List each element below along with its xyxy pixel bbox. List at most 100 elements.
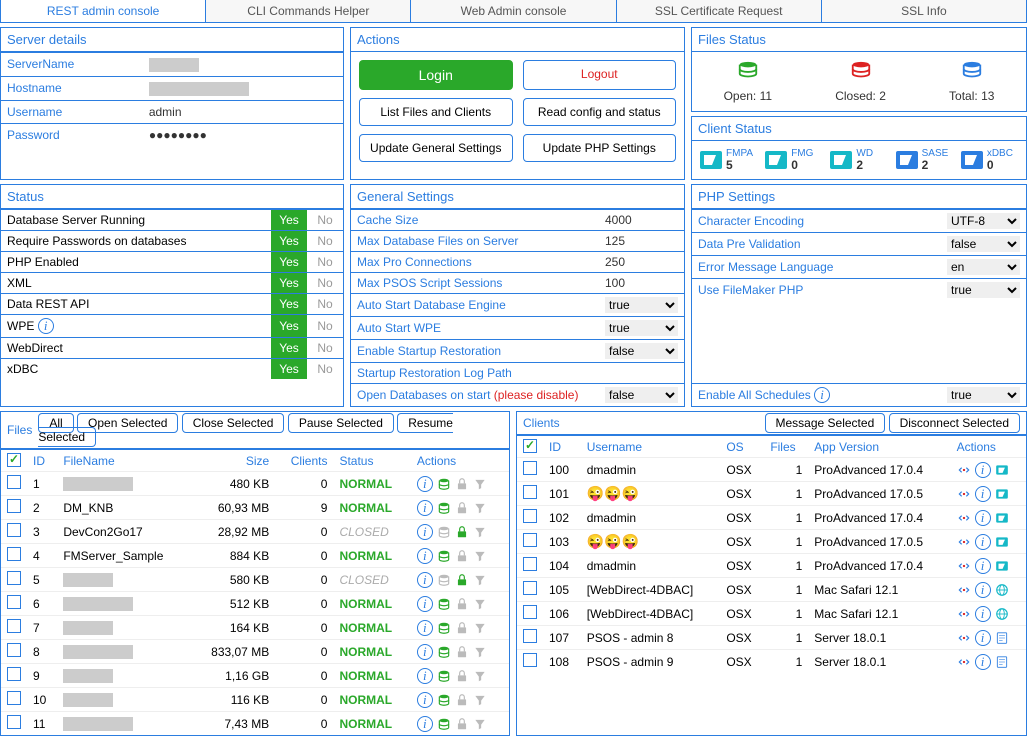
row-checkbox[interactable] bbox=[523, 653, 537, 667]
database-icon[interactable] bbox=[437, 669, 451, 683]
lock-icon[interactable] bbox=[455, 525, 469, 539]
lock-icon[interactable] bbox=[455, 549, 469, 563]
database-icon[interactable] bbox=[437, 693, 451, 707]
setting-select[interactable]: false bbox=[947, 236, 1020, 252]
status-yes[interactable]: Yes bbox=[271, 252, 307, 273]
info-icon[interactable]: i bbox=[417, 500, 433, 516]
info-icon[interactable]: i bbox=[975, 486, 991, 502]
setting-select[interactable]: false bbox=[605, 343, 678, 359]
database-icon[interactable] bbox=[437, 501, 451, 515]
filter-icon[interactable] bbox=[473, 621, 487, 635]
info-icon[interactable]: i bbox=[417, 524, 433, 540]
disconnect-icon[interactable] bbox=[957, 463, 971, 477]
info-icon[interactable]: i bbox=[417, 620, 433, 636]
row-checkbox[interactable] bbox=[523, 533, 537, 547]
info-icon[interactable]: i bbox=[417, 692, 433, 708]
info-icon[interactable]: i bbox=[417, 668, 433, 684]
row-checkbox[interactable] bbox=[523, 629, 537, 643]
filter-icon[interactable] bbox=[473, 501, 487, 515]
script-icon[interactable] bbox=[995, 631, 1009, 645]
tab-0[interactable]: REST admin console bbox=[1, 0, 206, 22]
setting-select[interactable]: true bbox=[605, 320, 678, 336]
row-checkbox[interactable] bbox=[523, 581, 537, 595]
setting-value[interactable]: 100 bbox=[605, 276, 625, 290]
info-icon[interactable]: i bbox=[417, 596, 433, 612]
status-yes[interactable]: Yes bbox=[271, 231, 307, 252]
filter-icon[interactable] bbox=[473, 693, 487, 707]
clients-action-button[interactable]: Disconnect Selected bbox=[889, 413, 1020, 433]
lock-icon[interactable] bbox=[455, 477, 469, 491]
status-yes[interactable]: Yes bbox=[271, 294, 307, 315]
disconnect-icon[interactable] bbox=[957, 583, 971, 597]
row-checkbox[interactable] bbox=[7, 715, 21, 729]
app-icon[interactable] bbox=[995, 559, 1009, 573]
filter-icon[interactable] bbox=[473, 597, 487, 611]
database-icon[interactable] bbox=[437, 717, 451, 731]
tab-2[interactable]: Web Admin console bbox=[411, 0, 616, 22]
tab-4[interactable]: SSL Info bbox=[822, 0, 1026, 22]
column-header[interactable]: Username bbox=[581, 436, 721, 458]
column-header[interactable]: Actions bbox=[951, 436, 1026, 458]
clients-action-button[interactable]: Message Selected bbox=[765, 413, 886, 433]
select-all-checkbox[interactable] bbox=[523, 439, 537, 453]
status-yes[interactable]: Yes bbox=[271, 273, 307, 294]
status-yes[interactable]: Yes bbox=[271, 315, 307, 338]
lock-icon[interactable] bbox=[455, 693, 469, 707]
disconnect-icon[interactable] bbox=[957, 487, 971, 501]
filter-icon[interactable] bbox=[473, 477, 487, 491]
row-checkbox[interactable] bbox=[7, 475, 21, 489]
info-icon[interactable]: i bbox=[975, 630, 991, 646]
setting-select[interactable]: true bbox=[605, 297, 678, 313]
database-icon[interactable] bbox=[437, 477, 451, 491]
status-no[interactable]: No bbox=[307, 294, 343, 315]
database-icon[interactable] bbox=[437, 525, 451, 539]
column-header[interactable]: Size bbox=[191, 450, 275, 472]
filter-icon[interactable] bbox=[473, 525, 487, 539]
row-checkbox[interactable] bbox=[523, 461, 537, 475]
disconnect-icon[interactable] bbox=[957, 559, 971, 573]
row-checkbox[interactable] bbox=[7, 667, 21, 681]
setting-select[interactable]: true bbox=[947, 282, 1020, 298]
column-header[interactable]: Actions bbox=[411, 450, 509, 472]
info-icon[interactable]: i bbox=[975, 510, 991, 526]
read-config-button[interactable]: Read config and status bbox=[523, 98, 677, 126]
column-header[interactable]: ID bbox=[543, 436, 581, 458]
database-icon[interactable] bbox=[437, 645, 451, 659]
lock-icon[interactable] bbox=[455, 501, 469, 515]
row-checkbox[interactable] bbox=[7, 619, 21, 633]
info-icon[interactable]: i bbox=[975, 462, 991, 478]
app-icon[interactable] bbox=[995, 535, 1009, 549]
row-checkbox[interactable] bbox=[7, 691, 21, 705]
status-no[interactable]: No bbox=[307, 315, 343, 338]
setting-value[interactable]: 4000 bbox=[605, 213, 632, 227]
script-icon[interactable] bbox=[995, 655, 1009, 669]
database-icon[interactable] bbox=[437, 597, 451, 611]
globe-icon[interactable] bbox=[995, 583, 1009, 597]
field-value[interactable]: ●●●●●●●● bbox=[143, 123, 343, 146]
status-no[interactable]: No bbox=[307, 338, 343, 359]
update-general-button[interactable]: Update General Settings bbox=[359, 134, 513, 162]
filter-icon[interactable] bbox=[473, 573, 487, 587]
login-button[interactable]: Login bbox=[359, 60, 513, 90]
setting-value[interactable]: 125 bbox=[605, 234, 625, 248]
column-header[interactable]: Files bbox=[764, 436, 808, 458]
info-icon[interactable]: i bbox=[814, 387, 830, 403]
info-icon[interactable]: i bbox=[417, 716, 433, 732]
info-icon[interactable]: i bbox=[975, 606, 991, 622]
database-icon[interactable] bbox=[437, 621, 451, 635]
select-all-checkbox[interactable] bbox=[7, 453, 21, 467]
info-icon[interactable]: i bbox=[975, 654, 991, 670]
disconnect-icon[interactable] bbox=[957, 511, 971, 525]
info-icon[interactable]: i bbox=[417, 548, 433, 564]
column-header[interactable]: OS bbox=[720, 436, 764, 458]
field-value[interactable]: admin bbox=[143, 100, 343, 123]
lock-icon[interactable] bbox=[455, 621, 469, 635]
disconnect-icon[interactable] bbox=[957, 631, 971, 645]
globe-icon[interactable] bbox=[995, 607, 1009, 621]
filter-icon[interactable] bbox=[473, 717, 487, 731]
status-no[interactable]: No bbox=[307, 252, 343, 273]
disconnect-icon[interactable] bbox=[957, 607, 971, 621]
list-files-button[interactable]: List Files and Clients bbox=[359, 98, 513, 126]
row-checkbox[interactable] bbox=[523, 557, 537, 571]
setting-select[interactable]: false bbox=[605, 387, 678, 403]
